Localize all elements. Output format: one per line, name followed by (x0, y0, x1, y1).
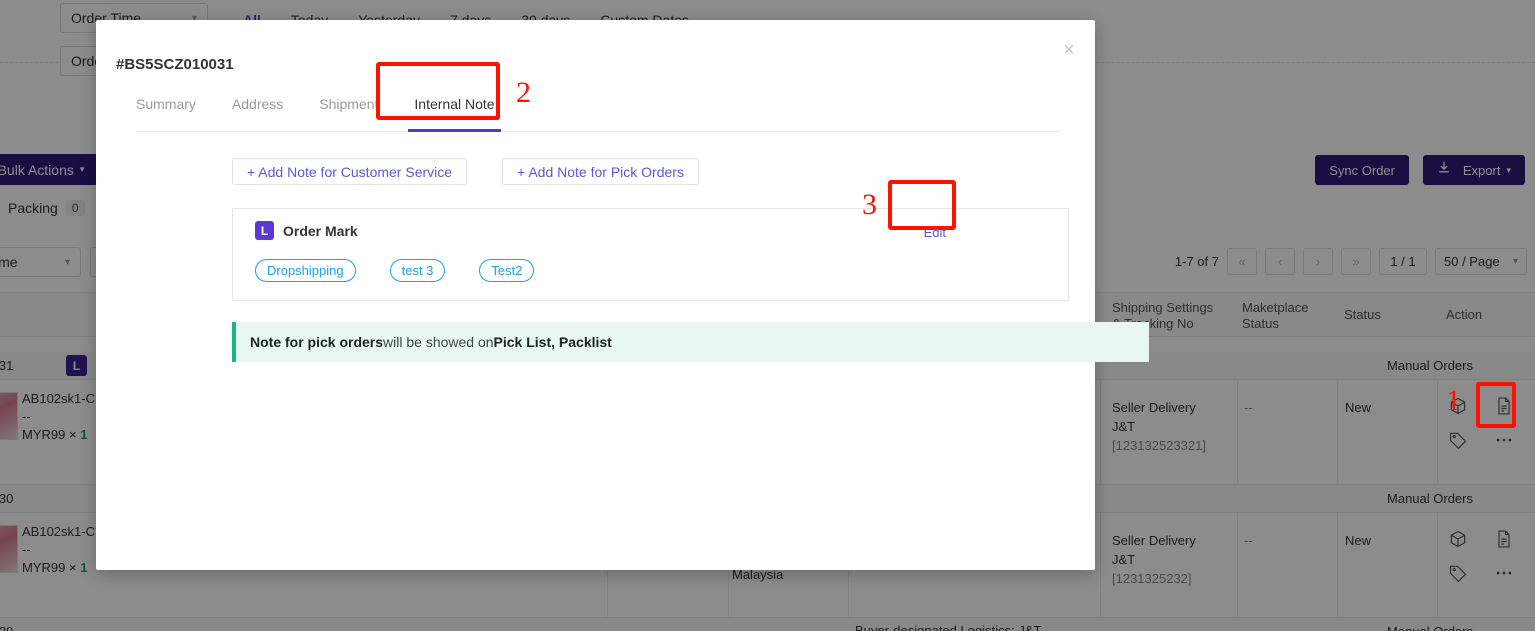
add-note-buttons: + Add Note for Customer Service + Add No… (232, 158, 699, 185)
order-mark-tags: Dropshipping test 3 Test2 (255, 259, 535, 282)
modal-tabs[interactable]: Summary Address Shipment Internal Note (136, 96, 1061, 132)
order-mark-tag[interactable]: test 3 (389, 259, 446, 282)
tab-summary[interactable]: Summary (136, 96, 214, 131)
annotation-number-1: 1 (1446, 384, 1461, 417)
add-note-customer-service-button[interactable]: + Add Note for Customer Service (232, 158, 468, 185)
info-banner-middle: will be showed on (383, 334, 494, 350)
order-mark-card: L Order Mark Edit Dropshipping test 3 Te… (232, 208, 1069, 301)
annotation-number-3: 3 (862, 188, 877, 221)
order-mark-tag[interactable]: Test2 (479, 259, 535, 282)
order-mark-header: L Order Mark (255, 221, 358, 240)
add-note-pick-orders-button[interactable]: + Add Note for Pick Orders (502, 158, 699, 185)
info-banner-lead: Note for pick orders (250, 334, 384, 350)
close-icon[interactable]: × (1055, 36, 1083, 64)
annotation-number-2: 2 (516, 76, 531, 109)
tab-shipment[interactable]: Shipment (301, 96, 396, 131)
order-mark-tag[interactable]: Dropshipping (255, 259, 356, 282)
tab-address[interactable]: Address (214, 96, 301, 131)
tab-internal-note[interactable]: Internal Note (396, 96, 512, 132)
order-detail-modal: #BS5SCZ010031 × Summary Address Shipment… (96, 20, 1149, 570)
modal-title: #BS5SCZ010031 (116, 56, 234, 73)
order-mark-title: Order Mark (283, 222, 358, 239)
info-banner-tail: Pick List, Packlist (493, 334, 612, 350)
order-mark-badge: L (255, 221, 274, 240)
pick-order-info-banner: Note for pick orders will be showed on P… (232, 322, 1149, 362)
order-mark-edit-button[interactable]: Edit (912, 219, 958, 246)
screen: Order Time ▾ All Today Yesterday 7 days … (0, 0, 1535, 631)
